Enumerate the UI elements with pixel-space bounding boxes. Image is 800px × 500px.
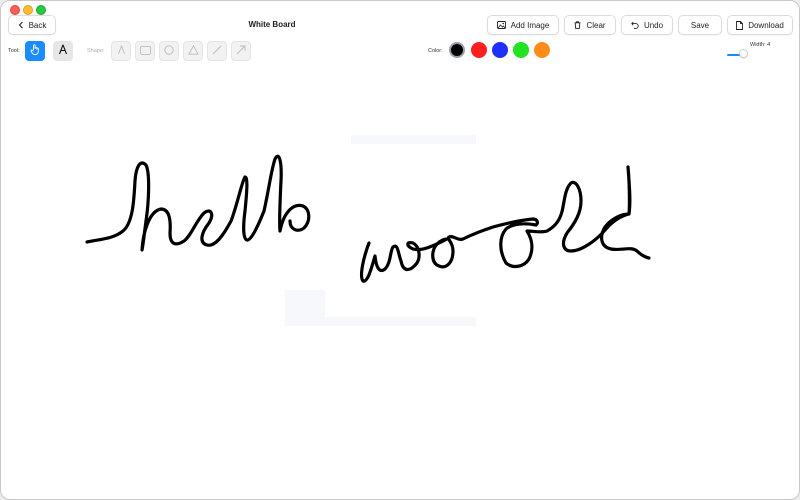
- line-icon: [212, 42, 222, 60]
- color-swatch-black[interactable]: [449, 42, 465, 58]
- hand-pointer-icon: [30, 42, 40, 60]
- page-title: White Board: [248, 20, 296, 29]
- clear-label: Clear: [586, 20, 606, 30]
- color-swatch-blue[interactable]: [492, 42, 508, 58]
- color-swatch-orange[interactable]: [534, 42, 550, 58]
- stroke-woold: [359, 165, 651, 283]
- download-label: Download: [748, 20, 784, 30]
- pen-tool-button[interactable]: [53, 41, 73, 61]
- image-icon: [496, 21, 511, 29]
- top-toolbar: Back White Board Add Image Clear Undo Sa…: [1, 15, 799, 37]
- color-swatch-red[interactable]: [471, 42, 487, 58]
- shape-circle-button[interactable]: [159, 41, 179, 61]
- tool-options-bar: Tool: Shape: Color: Width: 4: [1, 39, 799, 63]
- save-label: Save: [690, 20, 710, 30]
- minimize-window-button[interactable]: [23, 5, 33, 15]
- color-label: Color:: [428, 48, 443, 54]
- tool-label: Tool:: [8, 48, 20, 54]
- pointer-tool-button[interactable]: [25, 41, 45, 61]
- shape-label: Shape:: [87, 48, 105, 54]
- shape-pen-button[interactable]: [111, 41, 131, 61]
- pen-icon: [58, 42, 68, 60]
- trash-icon: [574, 21, 586, 29]
- shape-arrow-button[interactable]: [231, 41, 251, 61]
- app-window: Back White Board Add Image Clear Undo Sa…: [0, 0, 800, 500]
- undo-icon: [631, 21, 644, 29]
- width-slider-thumb[interactable]: [739, 49, 748, 58]
- ink-strokes: [85, 154, 651, 283]
- circle-icon: [164, 42, 174, 60]
- triangle-icon: [187, 42, 199, 60]
- arrow-icon: [236, 42, 246, 60]
- add-image-button[interactable]: Add Image: [487, 15, 559, 35]
- color-swatch-green[interactable]: [513, 42, 529, 58]
- rectangle-icon: [139, 42, 151, 60]
- zoom-window-button[interactable]: [36, 5, 46, 15]
- shape-rectangle-button[interactable]: [135, 41, 155, 61]
- width-label: Width: 4: [750, 42, 771, 48]
- save-button[interactable]: Save: [678, 15, 722, 35]
- stroke-hello: [85, 154, 311, 252]
- shape-line-button[interactable]: [207, 41, 227, 61]
- close-window-button[interactable]: [10, 5, 20, 15]
- shape-triangle-button[interactable]: [183, 41, 203, 61]
- pen-shape-icon: [117, 42, 126, 60]
- undo-button[interactable]: Undo: [621, 15, 673, 35]
- download-button[interactable]: Download: [727, 15, 793, 35]
- undo-label: Undo: [643, 20, 664, 30]
- document-icon: [736, 20, 748, 30]
- clear-button[interactable]: Clear: [564, 15, 616, 35]
- drawing-canvas[interactable]: [1, 65, 799, 499]
- add-image-label: Add Image: [510, 20, 550, 30]
